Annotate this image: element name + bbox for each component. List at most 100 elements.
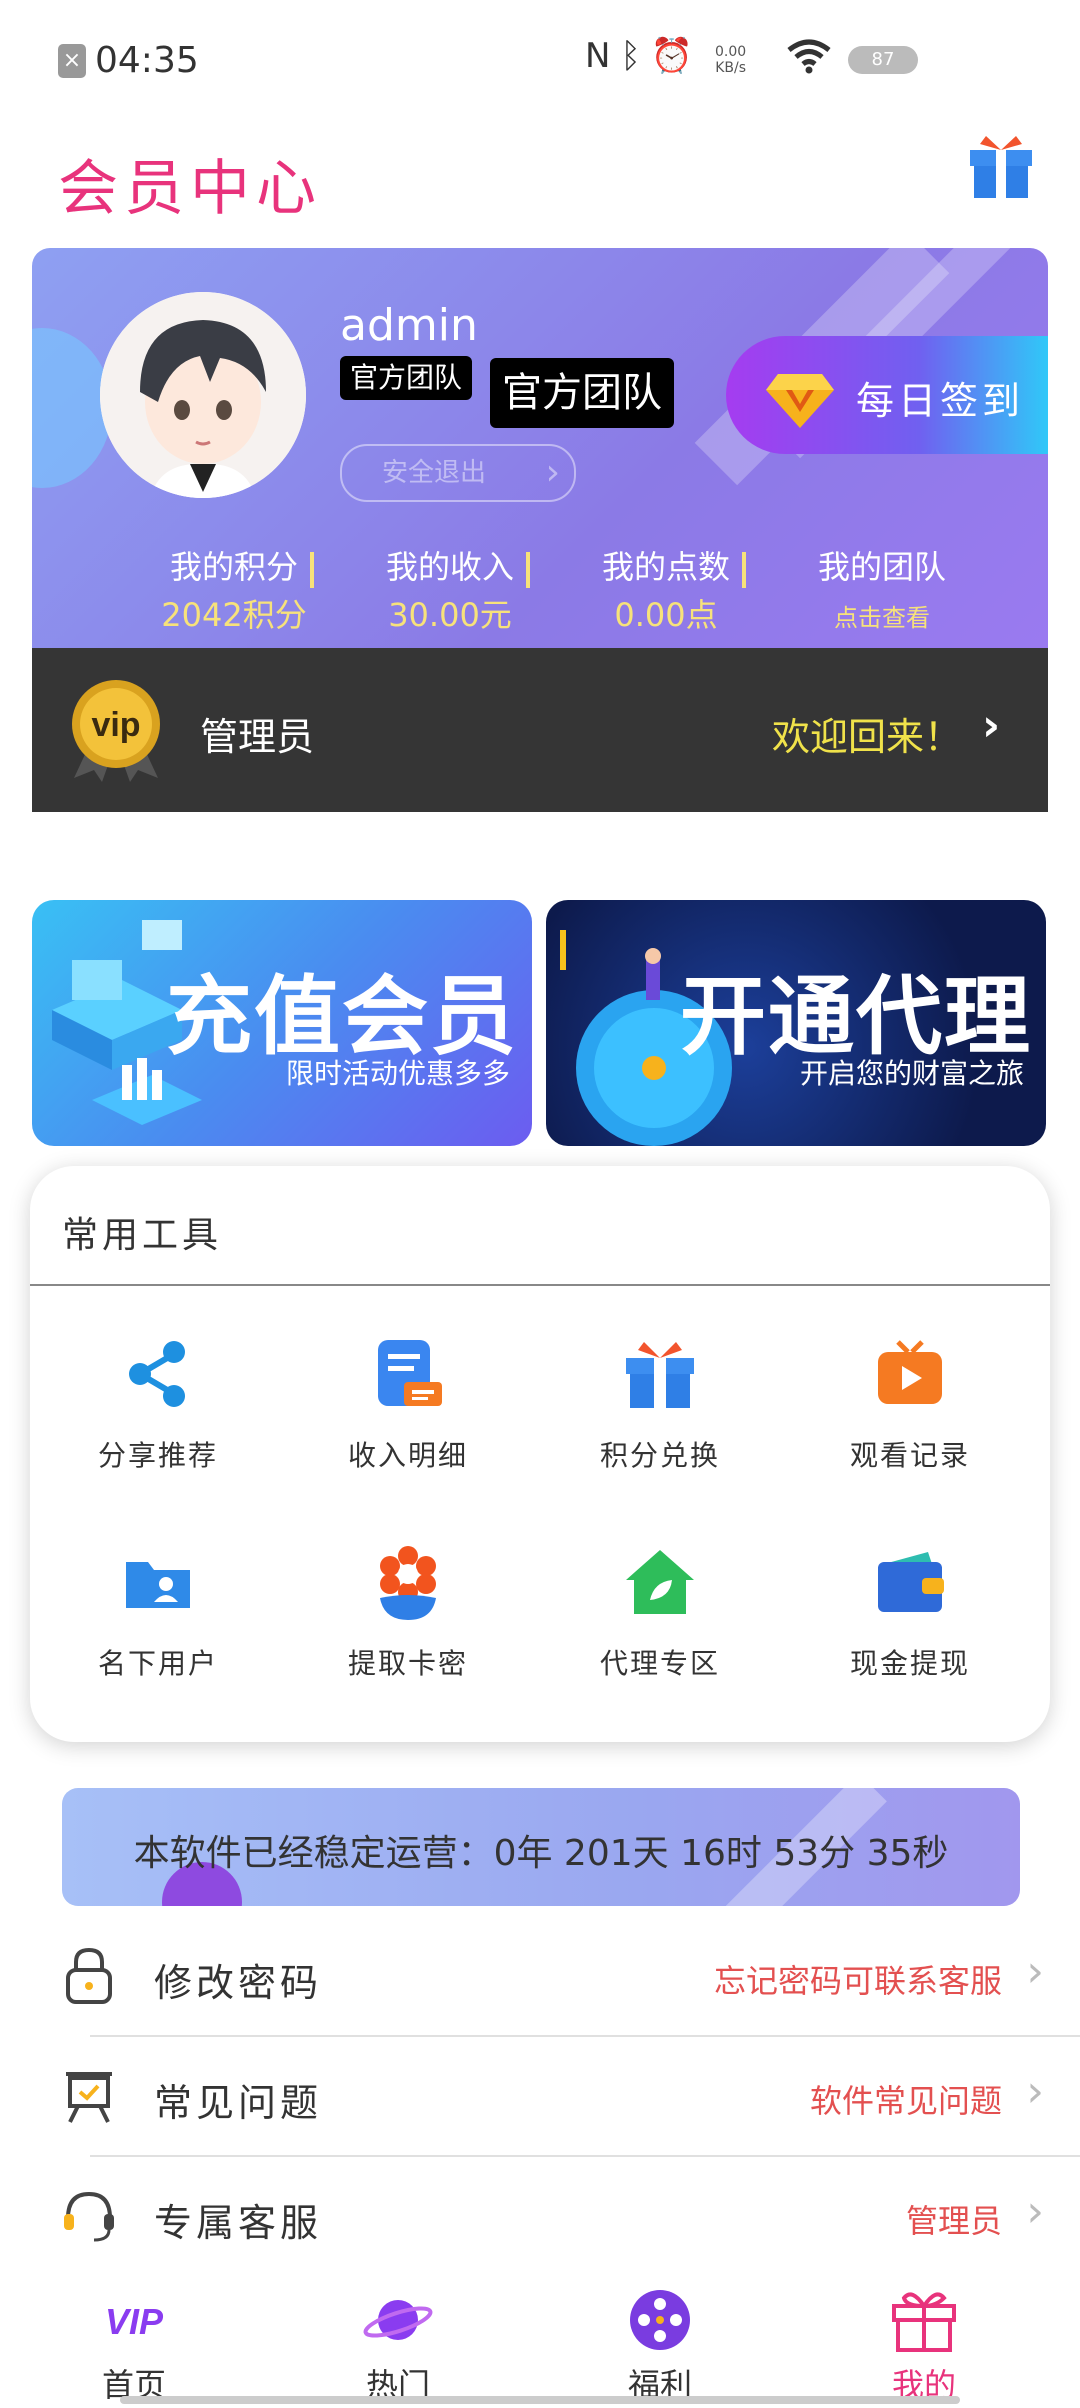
status-time: 04:35 <box>95 40 199 81</box>
profile-card: admin 官方团队 官方团队 安全退出 › 每日签到 我的积分 2042积分 … <box>32 248 1048 648</box>
divider <box>526 552 530 588</box>
section-title: 常用工具 <box>62 1215 223 1256</box>
menu-faq[interactable]: 常见问题 软件常见问题 › <box>60 2036 1080 2157</box>
stat-income[interactable]: 我的收入 30.00元 <box>350 542 550 636</box>
chevron-right-icon: › <box>1026 1946 1044 1997</box>
chevron-right-icon: › <box>545 452 560 493</box>
uptime-banner: 本软件已经稳定运营：0年 201天 16时 53分 35秒 <box>62 1788 1020 1906</box>
nfc-icon: N <box>585 36 621 76</box>
team-badge-large: 官方团队 <box>490 358 674 428</box>
tool-extract-card-key[interactable]: 提取卡密 <box>318 1542 498 1702</box>
headset-icon <box>60 2186 118 2244</box>
open-agent-banner[interactable]: 开通代理 开启您的财富之旅 <box>546 900 1046 1146</box>
tool-label: 分享推荐 <box>97 1439 218 1472</box>
nav-welfare[interactable]: 福利 <box>580 2270 740 2406</box>
role-label: 管理员 <box>200 715 315 759</box>
team-badge: 官方团队 <box>340 356 473 400</box>
uptime-text: 本软件已经稳定运营：0年 201天 16时 53分 35秒 <box>133 1833 949 1874</box>
share-icon <box>118 1334 198 1414</box>
no-sim-icon: × <box>58 44 86 78</box>
menu-label: 专属客服 <box>154 2201 323 2245</box>
tool-label: 收入明细 <box>347 1439 468 1472</box>
divider <box>742 552 746 588</box>
tool-label: 现金提现 <box>849 1647 970 1680</box>
tool-label: 观看记录 <box>849 1439 970 1472</box>
stat-value: 30.00元 <box>388 596 512 634</box>
tool-cash-withdraw[interactable]: 现金提现 <box>820 1542 1000 1702</box>
stat-points[interactable]: 我的积分 2042积分 <box>134 542 334 636</box>
common-tools-card: 常用工具 分享推荐 收入明细 积分兑换 观看记录 名下用户 提取卡密 代理专区 … <box>30 1166 1050 1742</box>
net-speed: 0.00 KB/s <box>715 44 746 76</box>
tool-share-recommend[interactable]: 分享推荐 <box>68 1334 248 1494</box>
chevron-right-icon: › <box>982 700 1001 751</box>
status-bar: × 04:35 Nᛒ⏰ 0.00 KB/s 87 <box>0 0 1080 120</box>
page-title: 会员中心 <box>58 154 322 224</box>
tool-points-exchange[interactable]: 积分兑换 <box>570 1334 750 1494</box>
planet-icon <box>362 2284 434 2356</box>
divider <box>310 552 314 588</box>
battery-indicator: 87 <box>848 46 918 74</box>
menu-hint: 管理员 <box>905 2202 1002 2240</box>
recharge-member-banner[interactable]: 充值会员 限时活动优惠多多 <box>32 900 532 1146</box>
welcome-text: 欢迎回来！ <box>772 715 963 759</box>
film-reel-icon <box>624 2284 696 2356</box>
stat-label: 我的点数 <box>601 548 730 586</box>
chevron-right-icon: › <box>1026 2186 1044 2237</box>
tool-sub-users[interactable]: 名下用户 <box>68 1542 248 1702</box>
tool-label: 提取卡密 <box>347 1647 468 1680</box>
menu-label: 常见问题 <box>154 2081 323 2125</box>
vip-icon: VIP <box>98 2284 170 2356</box>
wallet-icon <box>870 1542 950 1622</box>
logout-button[interactable]: 安全退出 › <box>340 444 576 502</box>
nav-hot[interactable]: 热门 <box>318 2270 478 2406</box>
status-icons: Nᛒ⏰ <box>585 36 703 76</box>
diamond-v-icon <box>764 360 836 432</box>
document-icon <box>368 1334 448 1414</box>
avatar[interactable] <box>100 292 306 498</box>
alarm-icon: ⏰ <box>650 36 704 76</box>
user-folder-icon <box>118 1542 198 1622</box>
menu-hint: 软件常见问题 <box>809 2082 1002 2120</box>
stat-link: 点击查看 <box>834 604 930 632</box>
gift-icon[interactable] <box>966 132 1036 202</box>
menu-label: 修改密码 <box>154 1961 323 2005</box>
net-speed-value: 0.00 <box>715 44 747 60</box>
menu-hint: 忘记密码可联系客服 <box>713 1962 1002 2000</box>
menu-change-password[interactable]: 修改密码 忘记密码可联系客服 › <box>60 1916 1080 2037</box>
stat-team[interactable]: 我的团队 点击查看 <box>782 542 982 633</box>
tool-watch-history[interactable]: 观看记录 <box>820 1334 1000 1494</box>
vip-medal-text: vip <box>91 706 140 744</box>
tool-label: 积分兑换 <box>599 1439 720 1472</box>
tool-agent-zone[interactable]: 代理专区 <box>570 1542 750 1702</box>
stat-label: 我的积分 <box>169 548 298 586</box>
stat-value: 2042积分 <box>161 596 307 634</box>
banner-subtitle: 开启您的财富之旅 <box>799 1057 1024 1090</box>
nav-mine[interactable]: 我的 <box>844 2270 1004 2406</box>
tool-income-details[interactable]: 收入明细 <box>318 1334 498 1494</box>
logout-label: 安全退出 <box>382 458 487 488</box>
menu-customer-service[interactable]: 专属客服 管理员 › <box>60 2156 1080 2276</box>
gift-icon <box>620 1334 700 1414</box>
flower-icon <box>368 1542 448 1622</box>
tv-play-icon <box>870 1334 950 1414</box>
easel-icon <box>60 2066 118 2124</box>
tool-label: 名下用户 <box>97 1647 218 1680</box>
chevron-right-icon: › <box>1026 2066 1044 2117</box>
wifi-icon <box>785 38 833 78</box>
home-indicator <box>120 2396 960 2404</box>
tool-label: 代理专区 <box>599 1647 720 1680</box>
net-speed-unit: KB/s <box>715 60 746 76</box>
divider <box>30 1284 1050 1286</box>
stat-label: 我的团队 <box>817 548 946 586</box>
daily-checkin-button[interactable]: 每日签到 <box>726 336 1048 454</box>
stat-value: 0.00点 <box>614 596 718 634</box>
lock-icon <box>60 1946 118 2004</box>
stat-balance-points[interactable]: 我的点数 0.00点 <box>566 542 766 636</box>
house-leaf-icon <box>620 1542 700 1622</box>
nav-home[interactable]: VIP 首页 <box>54 2270 214 2406</box>
username: admin <box>340 300 478 351</box>
vip-bar[interactable]: vip 管理员 欢迎回来！ › <box>32 648 1048 812</box>
banner-subtitle: 限时活动优惠多多 <box>285 1057 510 1090</box>
svg-text:VIP: VIP <box>105 2301 164 2342</box>
bluetooth-icon: ᛒ <box>620 36 651 76</box>
